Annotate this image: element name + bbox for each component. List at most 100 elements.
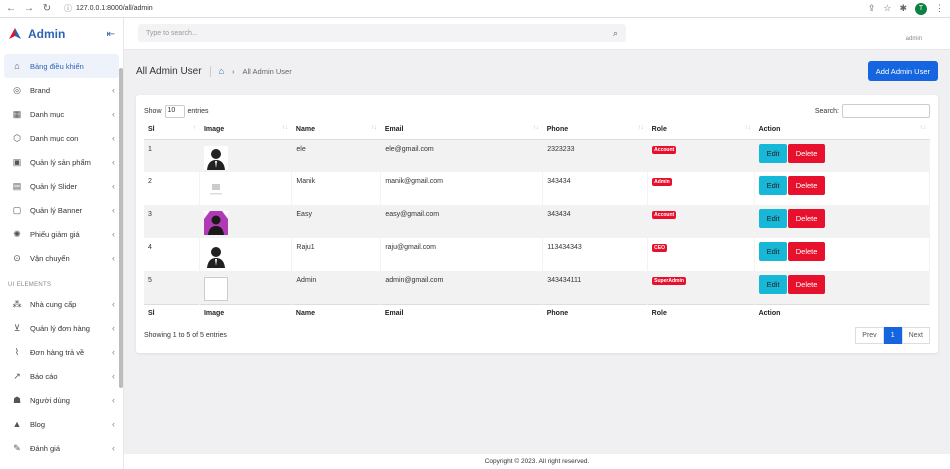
sidebar-item[interactable]: ✎ Đánh giá ‹ — [0, 436, 123, 460]
table-search-input[interactable] — [842, 104, 930, 118]
sort-icon[interactable]: ↑↓ — [920, 125, 926, 131]
sidebar-item[interactable]: ⊻ Quản lý đơn hàng ‹ — [0, 316, 123, 340]
add-admin-user-button[interactable]: Add Admin User — [867, 61, 938, 81]
review-icon: ✎ — [13, 442, 21, 453]
back-icon[interactable]: ← — [6, 3, 16, 14]
sidebar-item-label: Danh mục — [30, 109, 65, 119]
search-input[interactable]: Type to search... ⌕ — [138, 24, 626, 42]
show-label: Show — [144, 107, 162, 115]
sidebar-item[interactable]: ▲ Blog ‹ — [0, 412, 123, 436]
sidebar-item[interactable]: ▢ Quản lý Banner ‹ — [0, 198, 123, 222]
sort-icon[interactable]: ↑↓ — [282, 125, 288, 131]
cell-phone: 2323233 — [542, 139, 649, 172]
chevron-left-icon: ‹ — [112, 323, 115, 333]
cell-sl: 5 — [144, 271, 201, 304]
cell-sl-text: 1 — [148, 145, 152, 153]
sidebar-item[interactable]: ▦ Danh mục ‹ — [0, 102, 123, 126]
home-icon: ⌂ — [14, 61, 20, 71]
edit-button[interactable]: Edit — [759, 143, 788, 163]
sidebar-menu: ⌂ Bảng điều khiển ◎ Brand ‹ ▦ Danh mục ‹ ⬡ Danh m… — [0, 50, 123, 274]
sidebar-item[interactable]: ◎ Brand ‹ — [0, 78, 123, 102]
sort-icon[interactable]: ↑↓ — [745, 125, 751, 131]
user-avatar-icon — [204, 145, 229, 170]
chevron-left-icon: ‹ — [112, 229, 115, 239]
sidebar-item-label: Phiếu giảm giá — [30, 229, 80, 239]
delete-button[interactable]: Delete — [788, 242, 826, 261]
palette-icon: ◎ — [13, 84, 21, 95]
sidebar-item-label: Người dùng — [30, 395, 70, 405]
entries-length-select[interactable]: 10 — [164, 104, 185, 118]
star-icon[interactable]: ☆ — [883, 3, 891, 14]
sidebar-item-label: Quản lý sản phẩm — [30, 157, 91, 167]
collapse-sidebar-icon[interactable]: ⇤ — [107, 29, 115, 40]
column-header[interactable]: Email ↑↓ — [380, 121, 543, 140]
reload-icon[interactable]: ↻ — [42, 3, 52, 14]
profile-avatar[interactable]: T — [915, 2, 927, 15]
pagination-next[interactable]: Next — [901, 327, 930, 344]
sidebar-item[interactable]: ↗ Báo cáo ‹ — [0, 364, 123, 388]
cell-name-text: ele — [296, 145, 306, 153]
sidebar-item-label: Báo cáo — [30, 371, 58, 381]
cell-phone-text: 2323233 — [547, 145, 575, 153]
sidebar-item[interactable]: ☗ Người dùng ‹ — [0, 388, 123, 412]
cell-name-text: Manik — [296, 178, 316, 185]
column-header[interactable]: Image ↑↓ — [199, 121, 292, 140]
cell-sl: 1 — [144, 139, 201, 172]
grid-icon: ▦ — [12, 108, 22, 119]
sidebar-item[interactable]: ▤ Quản lý Slider ‹ — [0, 174, 123, 198]
sidebar-item[interactable]: ✺ Phiếu giảm giá ‹ — [0, 222, 123, 246]
chevron-left-icon: ‹ — [112, 109, 115, 119]
delete-button[interactable]: Delete — [788, 176, 826, 195]
address-bar[interactable]: ⓘ 127.0.0.1:8000/all/admin — [64, 3, 153, 14]
cell-email: manik@gmail.com — [380, 172, 544, 205]
sidebar-section-label: UI ELEMENTS — [8, 282, 52, 288]
chevron-left-icon: ‹ — [112, 133, 115, 143]
sidebar-item[interactable]: ⁂ Nhà cung cấp ‹ — [0, 292, 123, 316]
column-header[interactable]: Phone ↑↓ — [542, 121, 648, 140]
cell-sl-text: 4 — [148, 244, 152, 251]
url-text: 127.0.0.1:8000/all/admin — [76, 5, 153, 12]
delete-button[interactable]: Delete — [788, 275, 826, 294]
sidebar-scrollbar[interactable] — [119, 68, 123, 388]
brand[interactable]: Admin ⇤ — [0, 18, 123, 50]
broken-image-icon — [204, 277, 229, 301]
sidebar-item[interactable]: ▣ Quản lý sản phẩm ‹ — [0, 150, 123, 174]
footer: Copyright © 2023. All right reserved. — [124, 454, 950, 469]
products-icon: ▣ — [12, 156, 22, 167]
edit-button[interactable]: Edit — [759, 209, 788, 228]
chart-icon: ↗ — [13, 370, 21, 381]
table-row: 4 Raju1 raju@gmail.com 113434343 CEO Edit Dele… — [144, 238, 930, 271]
user-avatar-icon — [204, 244, 229, 268]
forward-icon[interactable]: → — [24, 3, 34, 14]
extensions-icon[interactable]: ✱ — [899, 3, 907, 14]
edit-button[interactable]: Edit — [759, 275, 788, 294]
user-menu[interactable]: admin — [906, 22, 922, 42]
edit-button[interactable]: Edit — [759, 176, 788, 195]
column-header[interactable]: Role ↑↓ — [647, 121, 755, 140]
sort-icon[interactable]: ↑↓ — [371, 125, 377, 131]
sidebar-item[interactable]: ⌂ Bảng điều khiển — [4, 54, 119, 78]
sort-icon[interactable]: ↑↓ — [533, 125, 539, 131]
cell-role: SuperAdmin — [647, 271, 756, 304]
sidebar-item[interactable]: ⌇ Đơn hàng trả về ‹ — [0, 340, 123, 364]
cell-action: Edit Delete — [754, 238, 930, 271]
column-header[interactable]: Sl ↑ — [144, 121, 200, 140]
column-header[interactable]: Action ↑↓ — [754, 121, 930, 140]
home-icon[interactable]: ⌂ — [219, 66, 224, 76]
shipping-icon: ⊙ — [13, 252, 21, 263]
sidebar-item[interactable]: ⬡ Danh mục con ‹ — [0, 126, 123, 150]
search-icon[interactable]: ⌕ — [613, 28, 618, 39]
pagination-page[interactable]: 1 — [883, 327, 902, 344]
delete-button[interactable]: Delete — [788, 143, 826, 163]
delete-button[interactable]: Delete — [788, 209, 826, 228]
column-header[interactable]: Name ↑↓ — [291, 121, 381, 140]
menu-icon[interactable]: ⋮ — [935, 3, 944, 14]
pagination-prev[interactable]: Prev — [855, 327, 884, 344]
brand-logo-icon — [9, 28, 21, 39]
sidebar-item-label: Đơn hàng trả về — [30, 347, 85, 357]
sort-icon[interactable]: ↑ — [193, 125, 196, 131]
sort-icon[interactable]: ↑↓ — [638, 125, 644, 131]
share-icon[interactable]: ⇪ — [868, 3, 876, 14]
sidebar-item[interactable]: ⊙ Vận chuyển ‹ — [0, 246, 123, 270]
edit-button[interactable]: Edit — [759, 242, 788, 261]
